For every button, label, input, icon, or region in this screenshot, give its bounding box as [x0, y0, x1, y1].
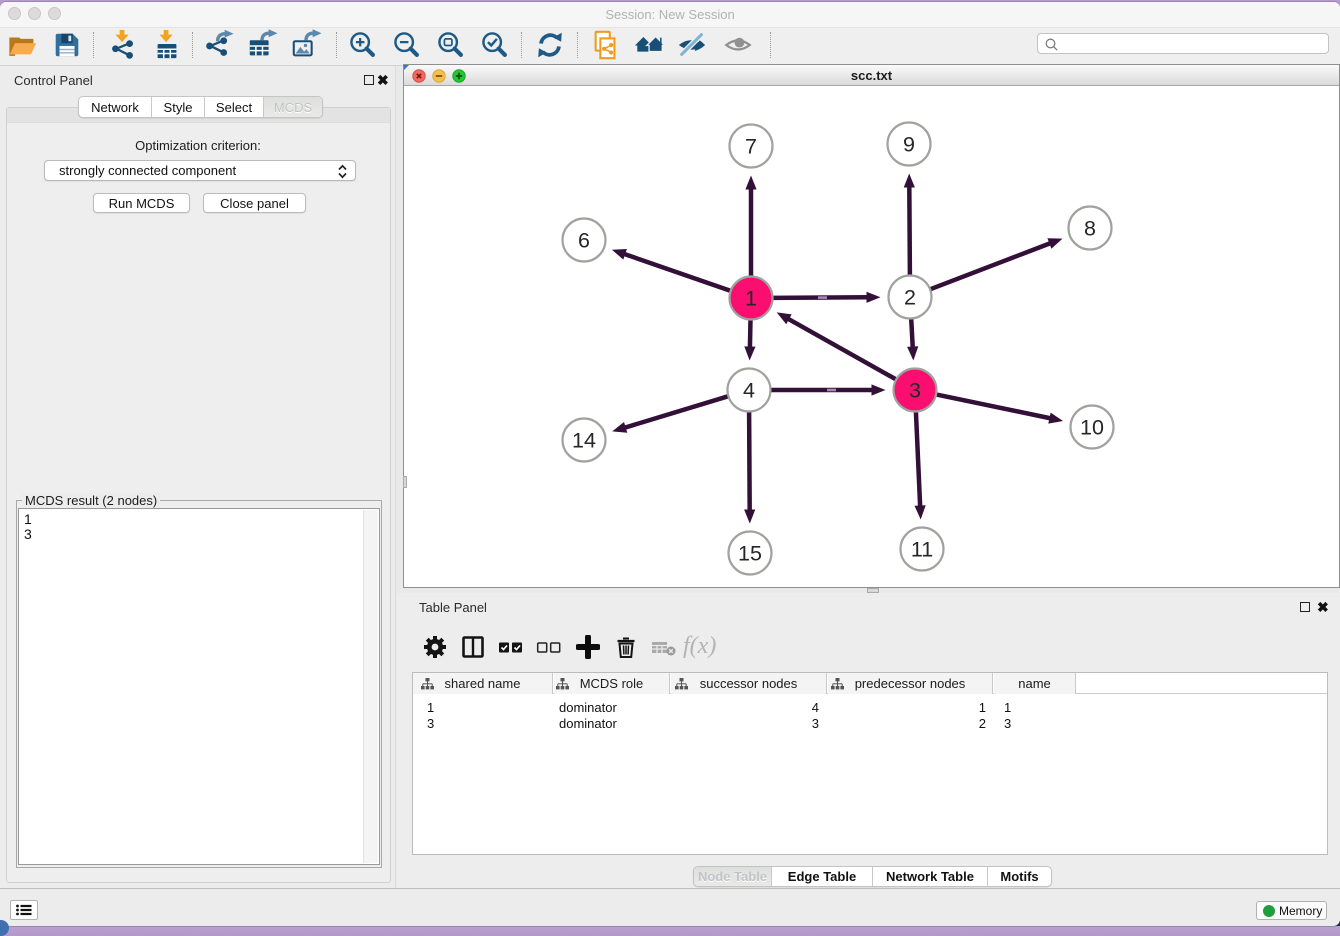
- svg-text:15: 15: [738, 542, 762, 566]
- svg-text:1: 1: [745, 287, 757, 311]
- svg-text:10: 10: [1080, 416, 1104, 440]
- svg-text:11: 11: [911, 538, 933, 562]
- svg-text:3: 3: [909, 379, 921, 403]
- svg-text:6: 6: [578, 229, 590, 253]
- svg-text:14: 14: [572, 429, 596, 453]
- svg-text:7: 7: [745, 135, 757, 159]
- svg-text:8: 8: [1084, 217, 1096, 241]
- svg-text:4: 4: [743, 379, 755, 403]
- svg-text:9: 9: [903, 133, 915, 157]
- svg-text:2: 2: [904, 286, 916, 310]
